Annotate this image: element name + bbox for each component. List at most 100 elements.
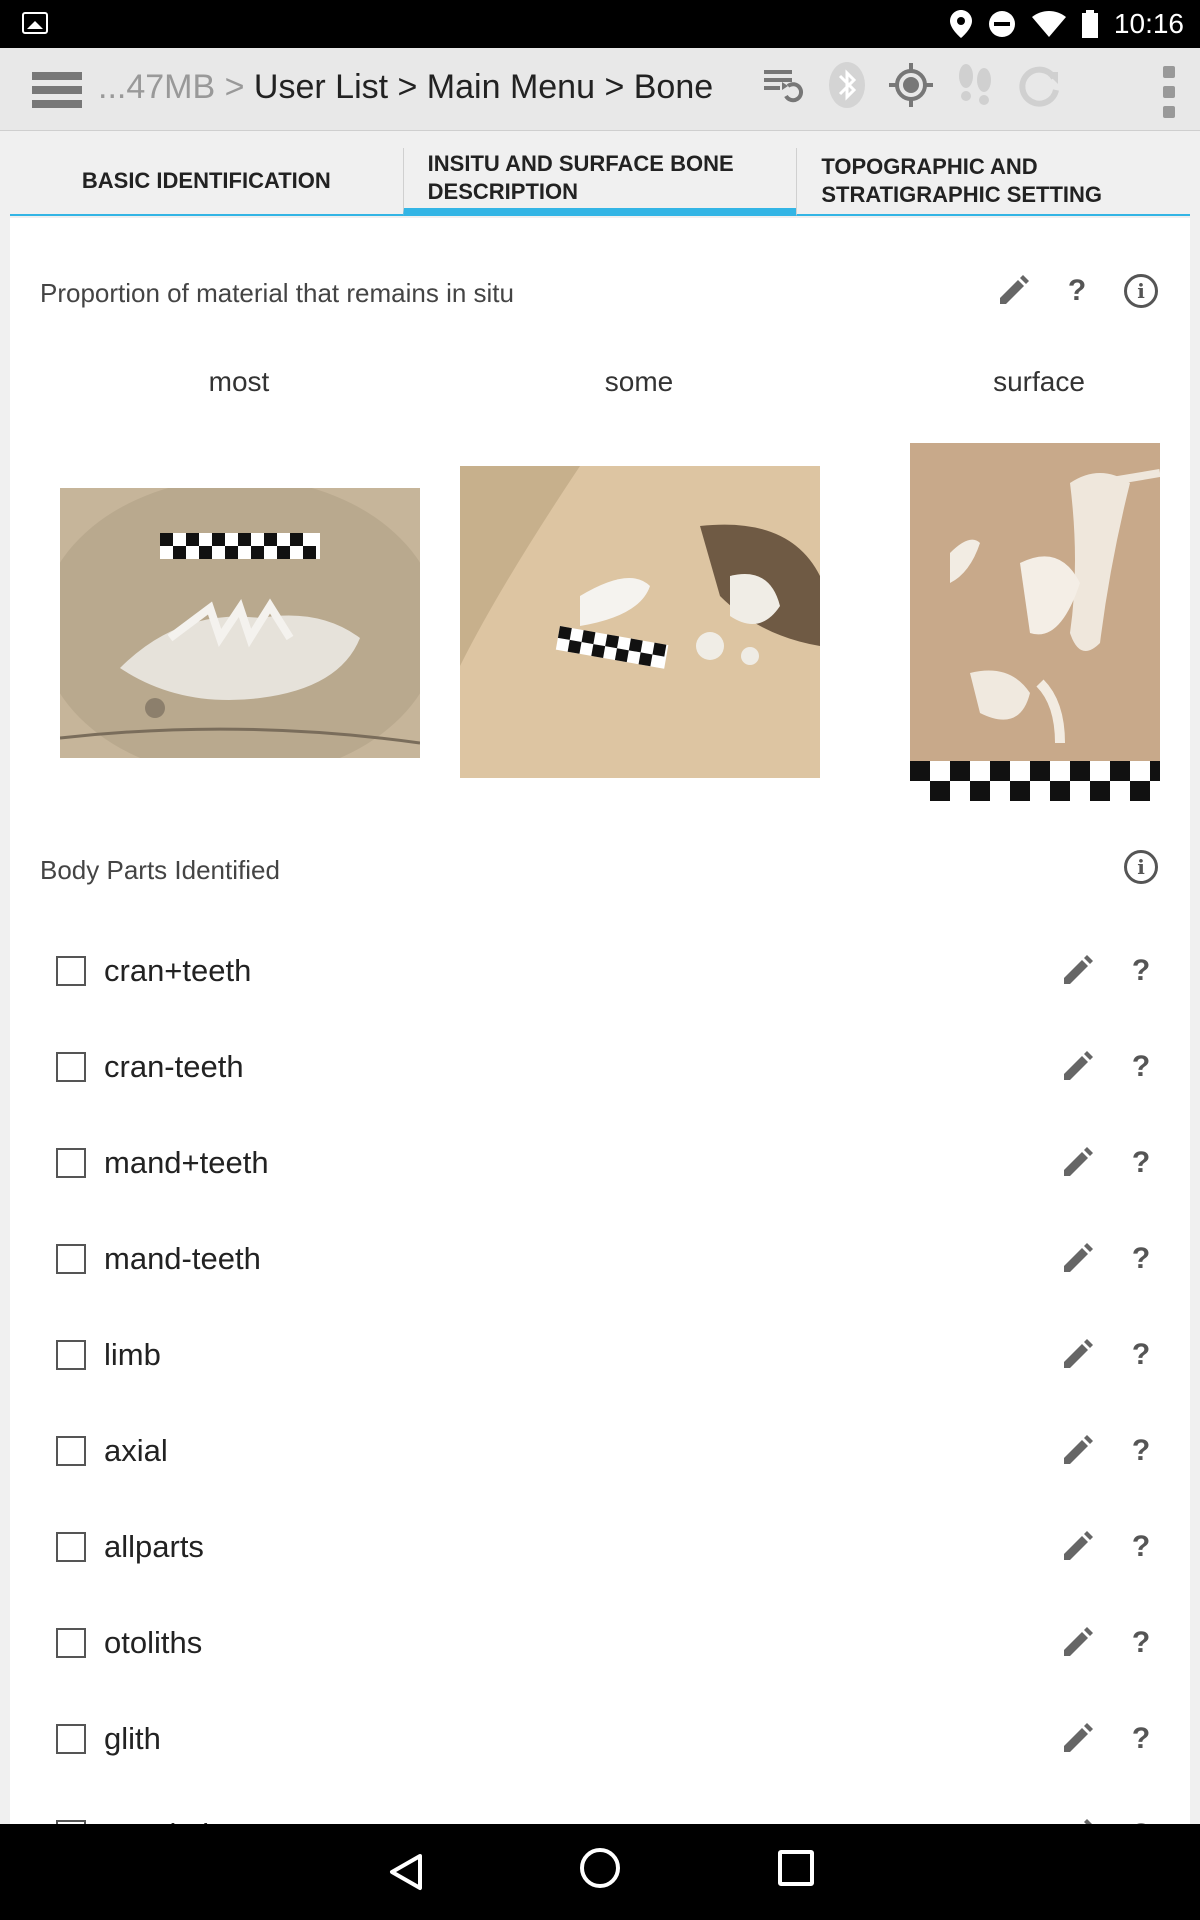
proportion-actions: ? i <box>994 272 1160 310</box>
checkbox[interactable] <box>56 1532 86 1562</box>
body-part-label: axial <box>104 1433 168 1468</box>
checkbox[interactable] <box>56 1052 86 1082</box>
option-image-most[interactable] <box>60 488 420 758</box>
row-actions: ? <box>1058 1336 1160 1374</box>
option-image-some[interactable] <box>460 466 820 778</box>
row-actions: ? <box>1058 1816 1160 1824</box>
option-image-surface[interactable] <box>910 443 1160 801</box>
status-bar: 10:16 <box>0 0 1200 48</box>
tab-insitu-surface-bone-description[interactable]: INSITU AND SURFACE BONE DESCRIPTION <box>402 148 797 216</box>
body-parts-actions: i <box>1122 848 1160 886</box>
checkbox[interactable] <box>56 1436 86 1466</box>
wifi-icon <box>1031 11 1066 37</box>
battery-icon <box>1081 10 1098 38</box>
body-part-label: mand+teeth <box>104 1145 269 1180</box>
row-actions: ? <box>1058 1432 1160 1470</box>
row-actions: ? <box>1058 1048 1160 1086</box>
option-label-some: some <box>604 366 674 397</box>
row-actions: ? <box>1058 1528 1160 1566</box>
info-icon[interactable]: i <box>1122 272 1160 310</box>
overflow-menu-icon[interactable] <box>1162 66 1176 118</box>
row-actions: ? <box>1058 1240 1160 1278</box>
edit-pencil-icon[interactable] <box>1058 1048 1096 1086</box>
footsteps-icon[interactable] <box>952 62 998 108</box>
help-icon[interactable]: ? <box>1122 1432 1160 1470</box>
form-content: Proportion of material that remains in s… <box>10 218 1190 1824</box>
body-part-row[interactable]: mand+teeth? <box>10 1115 1190 1211</box>
checkbox[interactable] <box>56 1724 86 1754</box>
body-part-label: mand-teeth <box>104 1241 261 1276</box>
body-part-label: cran-teeth <box>104 1049 244 1084</box>
do-not-disturb-icon <box>988 11 1015 37</box>
body-part-label: glith <box>104 1721 161 1756</box>
help-icon[interactable]: ? <box>1122 952 1160 990</box>
checkbox[interactable] <box>56 1244 86 1274</box>
edit-pencil-icon[interactable] <box>1058 1336 1096 1374</box>
breadcrumb: ...47MB > User List > Main Menu > Bone <box>98 68 713 107</box>
proportion-title: Proportion of material that remains in s… <box>40 278 514 308</box>
tab-basic-identification[interactable]: BASIC IDENTIFICATION <box>10 148 403 216</box>
body-part-row[interactable]: axial? <box>10 1403 1190 1499</box>
help-icon[interactable]: ? <box>1122 1336 1160 1374</box>
option-label-surface: surface <box>993 366 1085 397</box>
checkbox[interactable] <box>56 1340 86 1370</box>
help-icon[interactable]: ? <box>1122 1720 1160 1758</box>
body-part-row[interactable]: glith? <box>10 1691 1190 1787</box>
edit-pencil-icon[interactable] <box>1058 1240 1096 1278</box>
edit-pencil-icon[interactable] <box>1058 1816 1096 1824</box>
body-part-label: allparts <box>104 1529 204 1564</box>
edit-pencil-icon[interactable] <box>1058 1144 1096 1182</box>
help-icon[interactable]: ? <box>1122 1816 1160 1824</box>
status-icons: 10:16 <box>949 0 1184 48</box>
row-actions: ? <box>1058 1720 1160 1758</box>
info-icon[interactable]: i <box>1122 848 1160 886</box>
help-icon[interactable]: ? <box>1122 1048 1160 1086</box>
tab-topographic-stratigraphic-setting[interactable]: TOPOGRAPHIC AND STRATIGRAPHIC SETTING <box>796 148 1191 216</box>
body-part-row[interactable]: cran-teeth? <box>10 1019 1190 1115</box>
option-label-most: most <box>208 366 270 397</box>
body-part-row[interactable]: limb? <box>10 1307 1190 1403</box>
tab-bar: BASIC IDENTIFICATION INSITU AND SURFACE … <box>10 148 1191 216</box>
edit-pencil-icon[interactable] <box>1058 1720 1096 1758</box>
body-parts-title: Body Parts Identified <box>40 855 280 885</box>
body-part-row[interactable]: cran+teeth? <box>10 923 1190 1019</box>
body-part-label: limb <box>104 1337 161 1372</box>
gallery-icon <box>22 12 48 34</box>
body-part-row[interactable]: otoliths? <box>10 1595 1190 1691</box>
app-bar-actions <box>760 62 1062 108</box>
body-part-row[interactable]: mand-teeth? <box>10 1211 1190 1307</box>
body-part-row[interactable]: exoskel? <box>10 1787 1190 1824</box>
recents-icon[interactable] <box>778 1850 814 1886</box>
help-icon[interactable]: ? <box>1058 272 1096 310</box>
edit-pencil-icon[interactable] <box>1058 1432 1096 1470</box>
edit-pencil-icon[interactable] <box>994 272 1032 310</box>
breadcrumb-storage[interactable]: ...47MB > <box>98 68 244 106</box>
bluetooth-icon[interactable] <box>824 62 870 108</box>
sync-list-icon[interactable] <box>760 62 806 108</box>
help-icon[interactable]: ? <box>1122 1144 1160 1182</box>
help-icon[interactable]: ? <box>1122 1528 1160 1566</box>
checkbox[interactable] <box>56 1148 86 1178</box>
refresh-icon[interactable] <box>1016 62 1062 108</box>
body-part-label: exoskel <box>104 1817 209 1824</box>
help-icon[interactable]: ? <box>1122 1240 1160 1278</box>
edit-pencil-icon[interactable] <box>1058 952 1096 990</box>
help-icon[interactable]: ? <box>1122 1624 1160 1662</box>
edit-pencil-icon[interactable] <box>1058 1624 1096 1662</box>
gps-icon[interactable] <box>888 62 934 108</box>
location-icon <box>949 10 972 38</box>
breadcrumb-path[interactable]: User List > Main Menu > Bone <box>254 68 713 106</box>
edit-pencil-icon[interactable] <box>1058 1528 1096 1566</box>
back-icon[interactable] <box>388 1852 424 1892</box>
checkbox[interactable] <box>56 956 86 986</box>
home-icon[interactable] <box>580 1848 620 1888</box>
checkbox[interactable] <box>56 1628 86 1658</box>
body-part-label: otoliths <box>104 1625 203 1660</box>
row-actions: ? <box>1058 952 1160 990</box>
row-actions: ? <box>1058 1144 1160 1182</box>
hamburger-menu-icon[interactable] <box>32 72 82 108</box>
navigation-bar <box>0 1824 1200 1920</box>
body-part-label: cran+teeth <box>104 953 252 988</box>
app-bar: ...47MB > User List > Main Menu > Bone <box>0 48 1200 131</box>
body-part-row[interactable]: allparts? <box>10 1499 1190 1595</box>
